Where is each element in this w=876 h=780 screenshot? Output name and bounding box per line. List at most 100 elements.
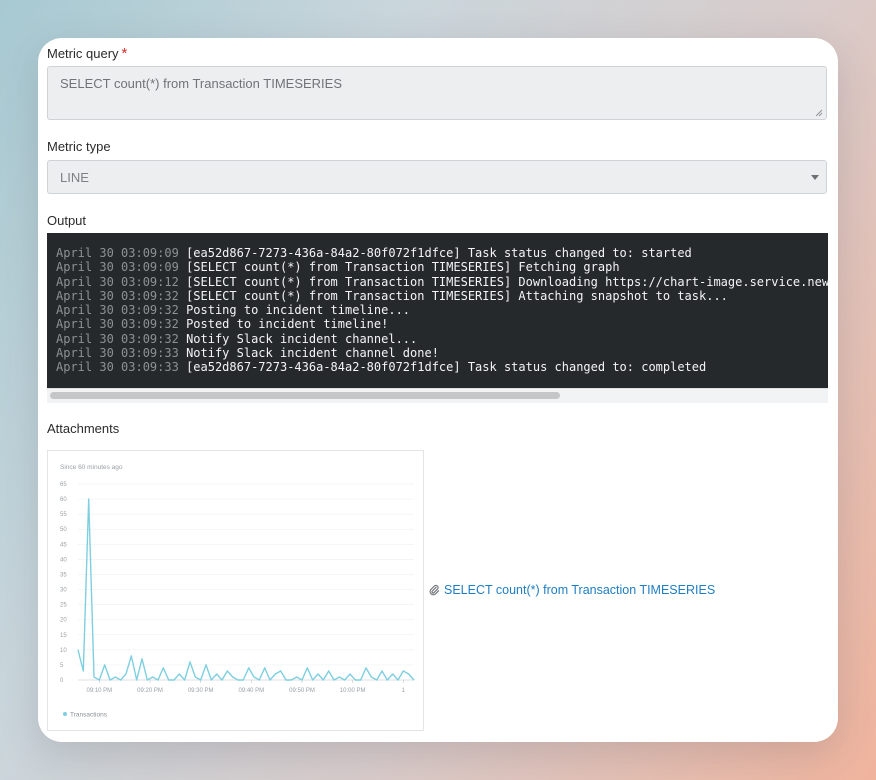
output-line: April 30 03:09:33 [ea52d867-7273-436a-84… bbox=[56, 360, 828, 374]
output-line: April 30 03:09:33 Notify Slack incident … bbox=[56, 346, 828, 360]
x-tick-label: 10:00 PM bbox=[340, 688, 366, 694]
output-line: April 30 03:09:09 [SELECT count(*) from … bbox=[56, 260, 828, 274]
y-tick-label: 30 bbox=[60, 588, 67, 594]
attachments-label: Attachments bbox=[47, 421, 120, 436]
output-line-timestamp: April 30 03:09:32 bbox=[56, 303, 179, 318]
data-point bbox=[189, 661, 191, 663]
data-point bbox=[109, 679, 111, 681]
metric-type-label: Metric type bbox=[47, 139, 111, 154]
data-point bbox=[296, 676, 298, 678]
data-point bbox=[413, 679, 415, 681]
output-console: April 30 03:09:09 [ea52d867-7273-436a-84… bbox=[47, 233, 828, 388]
output-line-timestamp: April 30 03:09:09 bbox=[56, 260, 179, 275]
y-tick-label: 20 bbox=[60, 618, 67, 624]
data-point bbox=[152, 676, 154, 678]
data-point bbox=[312, 679, 314, 681]
chevron-down-icon bbox=[811, 175, 819, 180]
data-point bbox=[344, 679, 346, 681]
metric-query-textarea[interactable]: SELECT count(*) from Transaction TIMESER… bbox=[47, 66, 827, 120]
metric-type-select[interactable]: LINE bbox=[47, 160, 827, 194]
data-point bbox=[136, 679, 138, 681]
data-point bbox=[82, 670, 84, 672]
y-tick-label: 0 bbox=[60, 678, 64, 684]
data-point bbox=[232, 676, 234, 678]
scrollbar-thumb[interactable] bbox=[50, 392, 560, 399]
data-point bbox=[365, 667, 367, 669]
data-point bbox=[146, 679, 148, 681]
data-point bbox=[157, 679, 159, 681]
data-point bbox=[120, 679, 122, 681]
data-point bbox=[237, 679, 239, 681]
data-point bbox=[216, 673, 218, 675]
output-scrollbar[interactable] bbox=[47, 388, 828, 403]
y-tick-label: 55 bbox=[60, 512, 67, 518]
data-point bbox=[274, 673, 276, 675]
output-line: April 30 03:09:32 Notify Slack incident … bbox=[56, 332, 828, 346]
data-point bbox=[317, 673, 319, 675]
data-point bbox=[162, 667, 164, 669]
data-point bbox=[280, 670, 282, 672]
data-point bbox=[328, 670, 330, 672]
data-point bbox=[125, 673, 127, 675]
data-point bbox=[392, 673, 394, 675]
output-line-message: Notify Slack incident channel... bbox=[186, 331, 418, 346]
data-point bbox=[88, 498, 90, 500]
output-line: April 30 03:09:32 [SELECT count(*) from … bbox=[56, 289, 828, 303]
data-point bbox=[242, 679, 244, 681]
data-point bbox=[248, 667, 250, 669]
data-point bbox=[93, 676, 95, 678]
data-point bbox=[258, 679, 260, 681]
data-point bbox=[290, 679, 292, 681]
data-point bbox=[77, 649, 79, 651]
data-point bbox=[360, 679, 362, 681]
output-line: April 30 03:09:12 [SELECT count(*) from … bbox=[56, 275, 828, 289]
data-point bbox=[98, 679, 100, 681]
output-line-message: Posting to incident timeline... bbox=[186, 303, 411, 318]
data-point bbox=[168, 679, 170, 681]
y-tick-label: 25 bbox=[60, 603, 67, 609]
data-point bbox=[376, 679, 378, 681]
output-line-message: [SELECT count(*) from Transaction TIMESE… bbox=[186, 274, 828, 289]
data-point bbox=[349, 673, 351, 675]
legend-swatch bbox=[63, 712, 67, 716]
data-point bbox=[253, 676, 255, 678]
data-point bbox=[210, 679, 212, 681]
y-tick-label: 5 bbox=[60, 663, 64, 669]
output-line-message: [ea52d867-7273-436a-84a2-80f072f1dfce] T… bbox=[186, 246, 692, 260]
output-label: Output bbox=[47, 213, 87, 228]
output-line: April 30 03:09:09 [ea52d867-7273-436a-84… bbox=[56, 246, 828, 260]
data-point bbox=[301, 679, 303, 681]
data-point bbox=[114, 676, 116, 678]
data-point bbox=[194, 676, 196, 678]
output-line-message: Notify Slack incident channel done! bbox=[186, 346, 439, 361]
y-tick-label: 50 bbox=[60, 527, 67, 533]
data-point bbox=[178, 673, 180, 675]
data-point bbox=[173, 679, 175, 681]
attachment-link-text: SELECT count(*) from Transaction TIMESER… bbox=[444, 583, 716, 597]
data-point bbox=[306, 667, 308, 669]
attachment-link[interactable]: SELECT count(*) from Transaction TIMESER… bbox=[428, 583, 715, 597]
data-point bbox=[184, 679, 186, 681]
data-point bbox=[386, 679, 388, 681]
attachment-chart-thumbnail[interactable]: Since 60 minutes ago 0 5 10 15 20 25 30 35 40 45 50… bbox=[47, 450, 424, 731]
data-point bbox=[338, 676, 340, 678]
legend-label: Transactions bbox=[70, 712, 108, 719]
metric-type-value: LINE bbox=[60, 170, 89, 185]
transactions-line-chart: Since 60 minutes ago 0 5 10 15 20 25 30 35 40 45 50… bbox=[60, 464, 415, 719]
chart-title: Since 60 minutes ago bbox=[60, 464, 123, 471]
data-point bbox=[141, 658, 143, 660]
output-line-timestamp: April 30 03:09:33 bbox=[56, 346, 179, 361]
data-point bbox=[408, 673, 410, 675]
output-line-message: [SELECT count(*) from Transaction TIMESE… bbox=[186, 260, 620, 275]
y-tick-label: 15 bbox=[60, 633, 67, 639]
output-line-message: [ea52d867-7273-436a-84a2-80f072f1dfce] T… bbox=[186, 360, 707, 375]
data-point bbox=[104, 664, 106, 666]
data-point bbox=[381, 670, 383, 672]
resize-handle-icon[interactable] bbox=[815, 109, 823, 117]
data-point bbox=[333, 679, 335, 681]
task-card: Metric query * SELECT count(*) from Trans… bbox=[38, 38, 838, 742]
data-point bbox=[264, 667, 266, 669]
data-point bbox=[205, 664, 207, 666]
data-point bbox=[269, 679, 271, 681]
x-tick-label: 09:50 PM bbox=[289, 688, 315, 694]
